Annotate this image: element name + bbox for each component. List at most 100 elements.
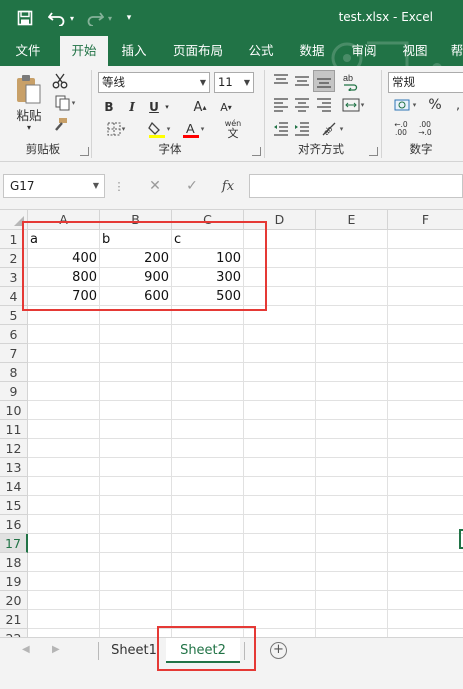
cell-b18[interactable] [100, 553, 172, 572]
redo-icon[interactable] [84, 8, 106, 28]
decrease-indent-icon[interactable] [271, 120, 291, 138]
cell-b10[interactable] [100, 401, 172, 420]
merge-center-icon[interactable]: ▾ [338, 96, 368, 114]
cell-f16[interactable] [388, 515, 463, 534]
cell-b17[interactable] [100, 534, 172, 553]
tab-formulas[interactable]: 公式 [240, 36, 282, 66]
cell-b19[interactable] [100, 572, 172, 591]
cell-c18[interactable] [172, 553, 244, 572]
format-painter-icon[interactable] [50, 116, 70, 134]
cell-e19[interactable] [316, 572, 388, 591]
cell-f2[interactable] [388, 249, 463, 268]
cell-f5[interactable] [388, 306, 463, 325]
cell-f9[interactable] [388, 382, 463, 401]
cell-a6[interactable] [28, 325, 100, 344]
cell-f4[interactable] [388, 287, 463, 306]
cell-e20[interactable] [316, 591, 388, 610]
cell-e4[interactable] [316, 287, 388, 306]
cell-d9[interactable] [244, 382, 316, 401]
cell-d17[interactable] [244, 534, 316, 553]
row-header-17[interactable]: 17 [0, 534, 28, 553]
cell-d7[interactable] [244, 344, 316, 363]
formula-input[interactable] [249, 174, 463, 198]
cell-a10[interactable] [28, 401, 100, 420]
wrap-text-icon[interactable]: ab [340, 71, 362, 93]
cell-f7[interactable] [388, 344, 463, 363]
align-right-icon[interactable] [314, 96, 334, 114]
bold-button[interactable]: B [101, 98, 117, 116]
cell-e14[interactable] [316, 477, 388, 496]
cell-c11[interactable] [172, 420, 244, 439]
cell-f20[interactable] [388, 591, 463, 610]
row-header-18[interactable]: 18 [0, 553, 28, 572]
cell-a17[interactable] [28, 534, 100, 553]
percent-style-button[interactable]: % [426, 96, 444, 114]
tab-data[interactable]: 数据 [290, 36, 334, 66]
cell-e22[interactable] [316, 629, 388, 637]
customize-qat-icon[interactable]: ▾ [122, 8, 136, 28]
cell-a11[interactable] [28, 420, 100, 439]
redo-dropdown-icon[interactable]: ▾ [105, 8, 115, 28]
cell-c7[interactable] [172, 344, 244, 363]
tab-view[interactable]: 视图 [393, 36, 437, 66]
cell-f15[interactable] [388, 496, 463, 515]
row-header-14[interactable]: 14 [0, 477, 28, 496]
increase-indent-icon[interactable] [292, 120, 312, 138]
cell-e18[interactable] [316, 553, 388, 572]
cell-a22[interactable] [28, 629, 100, 637]
cell-a9[interactable] [28, 382, 100, 401]
cancel-formula-button[interactable]: ✕ [143, 176, 167, 196]
name-box[interactable]: G17 ▼ [3, 174, 105, 198]
underline-button[interactable]: U [146, 98, 162, 116]
cell-a16[interactable] [28, 515, 100, 534]
undo-dropdown-icon[interactable]: ▾ [67, 8, 77, 28]
cut-icon[interactable] [50, 72, 70, 90]
cell-f6[interactable] [388, 325, 463, 344]
cell-f1[interactable] [388, 230, 463, 249]
cell-a20[interactable] [28, 591, 100, 610]
cell-f17[interactable] [388, 534, 463, 553]
cell-d14[interactable] [244, 477, 316, 496]
cell-e1[interactable] [316, 230, 388, 249]
cell-d20[interactable] [244, 591, 316, 610]
tab-page-layout[interactable]: 页面布局 [166, 36, 230, 66]
insert-function-button[interactable]: fx [216, 176, 240, 196]
paste-icon[interactable] [14, 72, 44, 106]
tab-review[interactable]: 审阅 [342, 36, 386, 66]
cell-c19[interactable] [172, 572, 244, 591]
cell-c14[interactable] [172, 477, 244, 496]
cell-f11[interactable] [388, 420, 463, 439]
cell-e8[interactable] [316, 363, 388, 382]
tab-help[interactable]: 帮 [446, 36, 463, 66]
grow-font-button[interactable]: A ▴ [190, 98, 210, 116]
cell-d13[interactable] [244, 458, 316, 477]
cell-a15[interactable] [28, 496, 100, 515]
row-header-10[interactable]: 10 [0, 401, 28, 420]
column-header-e[interactable]: E [316, 210, 388, 230]
shrink-font-button[interactable]: A ▾ [216, 98, 236, 116]
paste-dropdown-icon[interactable]: ▾ [22, 122, 36, 132]
cell-b6[interactable] [100, 325, 172, 344]
cell-d8[interactable] [244, 363, 316, 382]
cell-c15[interactable] [172, 496, 244, 515]
save-icon[interactable] [14, 8, 36, 28]
row-header-16[interactable]: 16 [0, 515, 28, 534]
align-center-icon[interactable] [292, 96, 312, 114]
cell-a19[interactable] [28, 572, 100, 591]
row-header-11[interactable]: 11 [0, 420, 28, 439]
cell-e12[interactable] [316, 439, 388, 458]
cell-f18[interactable] [388, 553, 463, 572]
alignment-launcher-icon[interactable] [369, 147, 378, 156]
cell-c8[interactable] [172, 363, 244, 382]
cell-b12[interactable] [100, 439, 172, 458]
next-sheet-icon[interactable]: ▶ [52, 644, 60, 655]
cell-b13[interactable] [100, 458, 172, 477]
cell-a21[interactable] [28, 610, 100, 629]
row-header-13[interactable]: 13 [0, 458, 28, 477]
font-size-dropdown[interactable]: 11 ▼ [214, 72, 254, 93]
row-header-9[interactable]: 9 [0, 382, 28, 401]
cell-b15[interactable] [100, 496, 172, 515]
cell-e3[interactable] [316, 268, 388, 287]
cell-f13[interactable] [388, 458, 463, 477]
tab-insert[interactable]: 插入 [112, 36, 156, 66]
